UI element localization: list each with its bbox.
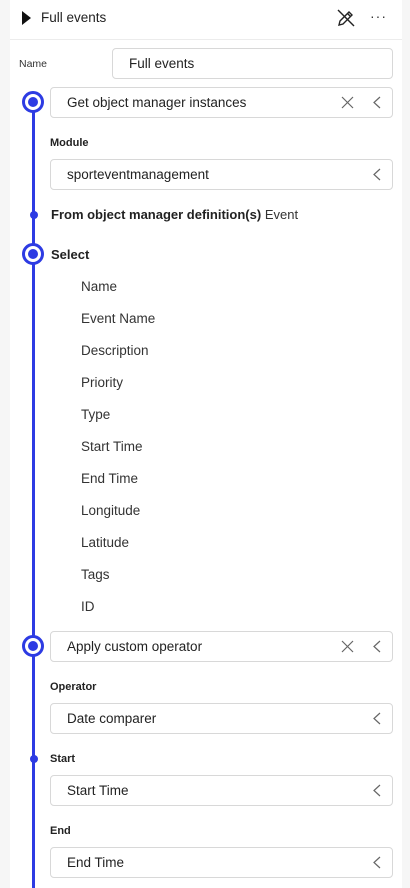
start-label: Start bbox=[50, 753, 76, 765]
select-field-item: Longitude bbox=[81, 503, 141, 518]
panel-title: Full events bbox=[41, 10, 107, 25]
pipeline-panel: Full events ··· Name Full events Get obj… bbox=[10, 0, 402, 888]
select-field-item: Priority bbox=[81, 375, 124, 390]
step-node-custom-operator bbox=[22, 635, 44, 657]
custom-operator-label: Apply custom operator bbox=[67, 639, 203, 654]
step-node-select bbox=[22, 243, 44, 265]
operator-select[interactable]: Date comparer bbox=[50, 703, 393, 734]
module-label: Module bbox=[50, 137, 89, 149]
get-instances-select[interactable]: Get object manager instances bbox=[50, 87, 393, 118]
name-label: Name bbox=[19, 58, 48, 70]
name-input[interactable]: Full events bbox=[112, 48, 393, 79]
close-icon[interactable] bbox=[341, 96, 354, 109]
collapse-triangle-icon[interactable] bbox=[22, 11, 31, 25]
chevron-left-icon[interactable] bbox=[372, 640, 382, 653]
step-node-start bbox=[29, 755, 38, 763]
select-field-item: Event Name bbox=[81, 311, 156, 326]
chevron-left-icon[interactable] bbox=[372, 784, 382, 797]
pen-disabled-icon[interactable] bbox=[335, 7, 357, 29]
more-options-icon[interactable]: ··· bbox=[370, 6, 387, 26]
start-select[interactable]: Start Time bbox=[50, 775, 393, 806]
select-field-item: End Time bbox=[81, 471, 139, 486]
select-field-item: Start Time bbox=[81, 439, 143, 454]
panel-header: Full events ··· bbox=[10, 0, 402, 40]
close-icon[interactable] bbox=[341, 640, 354, 653]
chevron-left-icon[interactable] bbox=[372, 712, 382, 725]
select-field-item: Tags bbox=[81, 567, 110, 582]
start-value: Start Time bbox=[67, 783, 129, 798]
module-select[interactable]: sporteventmanagement bbox=[50, 159, 393, 190]
chevron-left-icon[interactable] bbox=[372, 856, 382, 869]
step-node-from-definition bbox=[29, 211, 38, 219]
select-field-item: Type bbox=[81, 407, 111, 422]
from-definition-title: From object manager definition(s) Event bbox=[51, 207, 298, 222]
from-definition-label: From object manager definition(s) bbox=[51, 207, 262, 222]
step-node-get-instances bbox=[22, 91, 44, 113]
chevron-left-icon[interactable] bbox=[372, 168, 382, 181]
get-instances-label: Get object manager instances bbox=[67, 95, 247, 110]
select-field-item: Latitude bbox=[81, 535, 130, 550]
module-value: sporteventmanagement bbox=[67, 167, 209, 182]
end-value: End Time bbox=[67, 855, 125, 870]
operator-value: Date comparer bbox=[67, 711, 157, 726]
select-field-item: ID bbox=[81, 599, 95, 614]
select-field-item: Name bbox=[81, 279, 118, 294]
end-label: End bbox=[50, 825, 71, 837]
chevron-left-icon[interactable] bbox=[372, 96, 382, 109]
operator-label: Operator bbox=[50, 681, 97, 693]
custom-operator-select[interactable]: Apply custom operator bbox=[50, 631, 393, 662]
select-title: Select bbox=[51, 247, 90, 262]
from-definition-value: Event bbox=[264, 207, 299, 222]
end-select[interactable]: End Time bbox=[50, 847, 393, 878]
timeline-line bbox=[32, 102, 35, 888]
select-field-item: Description bbox=[81, 343, 149, 358]
